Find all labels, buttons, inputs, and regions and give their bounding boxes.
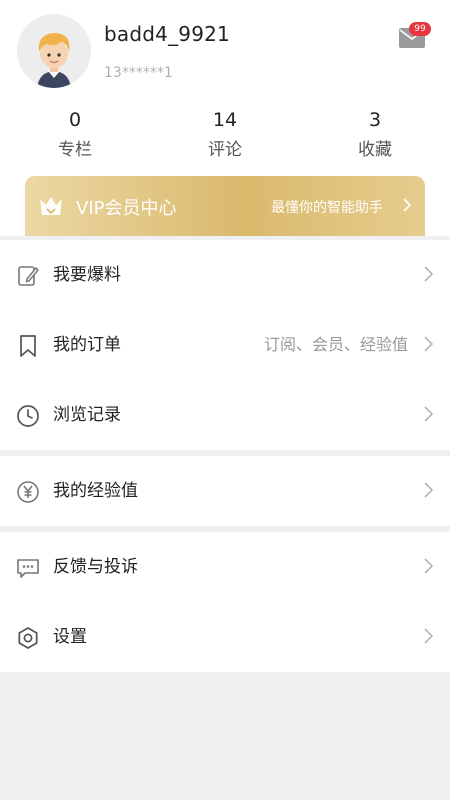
chat-icon (17, 559, 39, 578)
stat-value: 3 (368, 109, 382, 131)
stat-label: 评论 (208, 140, 242, 160)
gear-icon (18, 627, 38, 649)
menu-item-history[interactable]: 浏览记录 (0, 380, 450, 450)
stat-value: 14 (212, 109, 238, 131)
edit-icon (18, 266, 40, 286)
menu-item-label: 浏览记录 (53, 405, 121, 425)
chevron-right-icon (424, 558, 433, 574)
menu-group-experience: 我的经验值 (0, 456, 450, 526)
menu-item-experience[interactable]: 我的经验值 (0, 456, 450, 526)
profile-header: badd4_9921 13******1 99 0 专栏 14 评论 3 收藏 … (0, 0, 450, 236)
vip-center-banner[interactable]: VIP会员中心 最懂你的智能助手 (25, 176, 425, 236)
menu-group-support: 反馈与投诉 设置 (0, 532, 450, 672)
username: badd4_9921 (104, 22, 230, 46)
menu-item-label: 设置 (53, 627, 87, 647)
yen-coin-icon (17, 481, 39, 503)
menu-item-label: 我的经验值 (53, 481, 138, 501)
menu-item-submit-tip[interactable]: 我要爆料 (0, 240, 450, 310)
menu-item-orders[interactable]: 我的订单 订阅、会员、经验值 (0, 310, 450, 380)
menu-group-main: 我要爆料 我的订单 订阅、会员、经验值 浏览记录 (0, 240, 450, 450)
stat-columns[interactable]: 0 专栏 (15, 107, 135, 162)
chevron-right-icon (403, 198, 411, 212)
stat-comments[interactable]: 14 评论 (165, 107, 285, 162)
avatar[interactable] (17, 14, 91, 88)
unread-badge: 99 (409, 22, 431, 36)
stat-value: 0 (68, 109, 82, 131)
stat-label: 收藏 (358, 140, 392, 160)
menu-item-settings[interactable]: 设置 (0, 602, 450, 672)
chevron-right-icon (424, 482, 433, 498)
chevron-right-icon (424, 266, 433, 282)
menu-item-hint: 订阅、会员、经验值 (263, 335, 408, 354)
menu-item-label: 我的订单 (53, 335, 121, 355)
stat-favorites[interactable]: 3 收藏 (315, 107, 435, 162)
stat-label: 专栏 (58, 140, 92, 160)
cartoon-boy-avatar-icon (17, 14, 91, 88)
chevron-right-icon (424, 406, 433, 422)
menu-item-label: 我要爆料 (53, 265, 121, 285)
bookmark-icon (20, 335, 36, 357)
menu-item-label: 反馈与投诉 (53, 557, 138, 577)
crown-icon (40, 197, 62, 215)
chevron-right-icon (424, 628, 433, 644)
vip-subtitle: 最懂你的智能助手 (271, 200, 383, 216)
phone-number: 13******1 (104, 65, 173, 81)
menu-item-feedback[interactable]: 反馈与投诉 (0, 532, 450, 602)
chevron-right-icon (424, 336, 433, 352)
messages-button[interactable]: 99 (396, 22, 431, 52)
clock-icon (17, 405, 39, 427)
vip-title: VIP会员中心 (76, 198, 177, 219)
